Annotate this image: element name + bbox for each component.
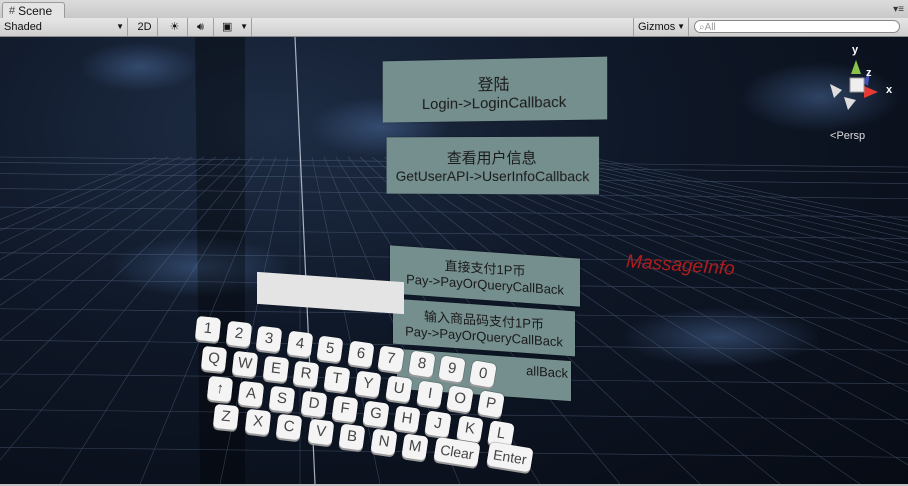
- key-q[interactable]: Q: [200, 345, 228, 373]
- search-input[interactable]: ⌕All: [694, 20, 900, 33]
- key-i[interactable]: I: [415, 380, 444, 408]
- key-0[interactable]: 0: [468, 360, 497, 388]
- search-placeholder: All: [704, 22, 716, 33]
- title-bar: # Scene ▾≡: [0, 0, 908, 19]
- chevron-down-icon: ▼: [240, 22, 248, 31]
- key-c[interactable]: C: [275, 413, 303, 441]
- audio-toggle-button[interactable]: 🔊︎: [188, 18, 214, 36]
- key-3[interactable]: 3: [255, 325, 283, 353]
- gizmos-dropdown[interactable]: Gizmos ▼: [633, 18, 689, 36]
- orientation-gizmo[interactable]: y z x: [826, 42, 896, 122]
- chevron-down-icon: ▼: [116, 22, 124, 31]
- key-w[interactable]: W: [231, 350, 259, 378]
- key-f[interactable]: F: [331, 395, 359, 423]
- key-k[interactable]: K: [455, 415, 484, 443]
- key-y[interactable]: Y: [354, 370, 382, 398]
- user-info-button-subtitle: GetUserAPI->UserInfoCallback: [395, 167, 590, 185]
- key-a[interactable]: A: [237, 380, 265, 408]
- key-v[interactable]: V: [307, 418, 334, 446]
- axis-z-label: z: [866, 67, 872, 79]
- window-menu-icon[interactable]: ▾≡: [893, 4, 904, 15]
- projection-text: Persp: [836, 130, 866, 142]
- axis-gizmo-icon: [830, 60, 878, 110]
- projection-label[interactable]: <Persp: [830, 130, 865, 142]
- key-p[interactable]: P: [477, 390, 506, 418]
- key-j[interactable]: J: [424, 410, 453, 438]
- key-x[interactable]: X: [244, 408, 271, 436]
- scene-grid-icon: #: [9, 5, 16, 17]
- key-o[interactable]: O: [446, 385, 475, 413]
- key-t[interactable]: T: [323, 365, 351, 393]
- image-icon: ▣: [222, 21, 233, 33]
- key-u[interactable]: U: [385, 375, 413, 403]
- key-5[interactable]: 5: [316, 335, 344, 363]
- login-button-subtitle: Login->LoginCallback: [421, 93, 567, 114]
- key-e[interactable]: E: [262, 355, 289, 383]
- key-2[interactable]: 2: [225, 320, 252, 348]
- lighting-toggle-button[interactable]: ☀: [162, 18, 188, 36]
- key-m[interactable]: M: [401, 433, 429, 461]
- key-7[interactable]: 7: [377, 345, 405, 373]
- key-d[interactable]: D: [300, 390, 328, 418]
- key-9[interactable]: 9: [438, 355, 466, 383]
- 2d-toggle-button[interactable]: 2D: [132, 18, 158, 36]
- key-4[interactable]: 4: [286, 330, 313, 358]
- sun-icon: ☀: [169, 21, 180, 33]
- login-button-title: 登陆: [477, 76, 510, 95]
- tab-scene-label: Scene: [18, 4, 53, 18]
- shading-mode-dropdown[interactable]: Shaded ▼: [0, 18, 128, 36]
- shading-mode-label: Shaded: [4, 21, 42, 33]
- 2d-toggle-label: 2D: [137, 21, 152, 33]
- key-r[interactable]: R: [292, 360, 320, 388]
- login-button[interactable]: 登陆 Login->LoginCallback: [382, 56, 608, 123]
- tab-scene[interactable]: # Scene: [2, 2, 66, 19]
- user-info-button-title: 查看用户信息: [446, 149, 537, 168]
- key-h[interactable]: H: [393, 405, 421, 433]
- gizmos-label: Gizmos: [638, 21, 676, 33]
- key-6[interactable]: 6: [346, 340, 375, 368]
- key-z[interactable]: Z: [212, 403, 240, 431]
- key-8[interactable]: 8: [407, 350, 436, 378]
- key-s[interactable]: S: [269, 385, 296, 413]
- key-1[interactable]: 1: [194, 315, 222, 343]
- chevron-down-icon: ▼: [677, 22, 685, 31]
- key-shift[interactable]: ↑: [206, 375, 234, 403]
- scene-viewport[interactable]: 登陆 Login->LoginCallback 查看用户信息 GetUserAP…: [0, 37, 908, 484]
- axis-y-label: y: [852, 44, 859, 56]
- key-g[interactable]: G: [362, 400, 390, 428]
- scene-toolbar: Shaded ▼ 2D ☀ 🔊︎ ▣ ▼ Gizmos ▼ ⌕All: [0, 18, 908, 37]
- key-n[interactable]: N: [369, 428, 398, 456]
- effects-dropdown[interactable]: ▣ ▼: [218, 18, 252, 36]
- user-info-button[interactable]: 查看用户信息 GetUserAPI->UserInfoCallback: [386, 136, 600, 195]
- speaker-icon: 🔊︎: [197, 21, 204, 33]
- axis-x-label: x: [886, 84, 893, 96]
- key-b[interactable]: B: [338, 423, 366, 451]
